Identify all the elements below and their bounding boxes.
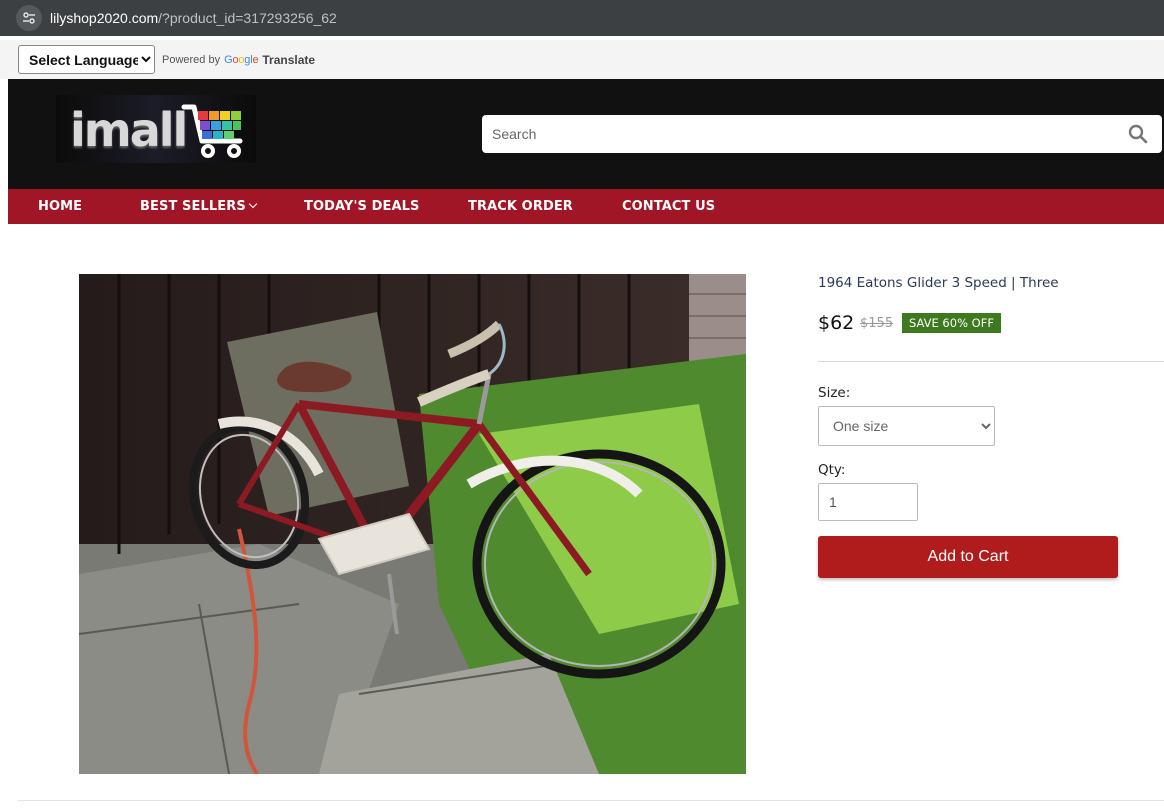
search-input[interactable] <box>482 115 1102 153</box>
nav-track-order-label: TRACK ORDER <box>468 199 573 214</box>
size-select[interactable]: One size <box>818 406 995 446</box>
divider <box>18 800 1164 801</box>
address-url[interactable]: lilyshop2020.com/?product_id=317293256_6… <box>50 10 337 26</box>
qty-label: Qty: <box>818 462 846 478</box>
url-path: /?product_id=317293256_62 <box>158 10 337 26</box>
url-host: lilyshop2020.com <box>50 10 159 26</box>
product-old-price: $155 <box>860 316 894 331</box>
size-label: Size: <box>818 385 851 401</box>
powered-by-google: Powered by Google Translate <box>162 53 315 67</box>
main-nav: HOME BEST SELLERS TODAY'S DEALS TRACK OR… <box>8 189 1164 224</box>
site-header: imall <box>8 79 1164 189</box>
nav-best-sellers-label: BEST SELLERS <box>140 199 246 214</box>
add-to-cart-button[interactable]: Add to Cart <box>818 536 1118 578</box>
nav-home-label: HOME <box>38 199 83 214</box>
save-badge: SAVE 60% OFF <box>902 313 1001 333</box>
divider <box>818 361 1164 362</box>
cart-icon <box>181 104 243 158</box>
powered-by-text: Powered by <box>162 54 221 66</box>
browser-address-bar[interactable]: lilyshop2020.com/?product_id=317293256_6… <box>0 0 1164 36</box>
site-logo[interactable]: imall <box>56 95 256 163</box>
search-bar <box>482 115 1162 153</box>
qty-input[interactable] <box>818 483 918 521</box>
logo-wordmark: imall <box>70 103 188 157</box>
product-title: 1964 Eatons Glider 3 Speed | Three <box>818 275 1059 291</box>
nav-todays-deals-label: TODAY'S DEALS <box>304 199 420 214</box>
translate-bar: Select Language Powered by Google Transl… <box>0 40 1164 79</box>
product-price: $62 <box>818 312 855 334</box>
search-icon[interactable] <box>1128 124 1148 144</box>
site-settings-icon[interactable] <box>16 5 42 31</box>
nav-contact-us[interactable]: CONTACT US <box>622 199 715 214</box>
chevron-down-icon <box>248 199 258 209</box>
google-logo: Google <box>224 54 259 66</box>
product-image[interactable] <box>79 274 746 774</box>
nav-contact-us-label: CONTACT US <box>622 199 716 214</box>
nav-track-order[interactable]: TRACK ORDER <box>468 199 573 214</box>
language-select[interactable]: Select Language <box>18 45 155 74</box>
nav-todays-deals[interactable]: TODAY'S DEALS <box>304 199 420 214</box>
translate-link[interactable]: Translate <box>262 53 315 67</box>
nav-best-sellers[interactable]: BEST SELLERS <box>140 199 258 214</box>
nav-home[interactable]: HOME <box>38 199 82 214</box>
